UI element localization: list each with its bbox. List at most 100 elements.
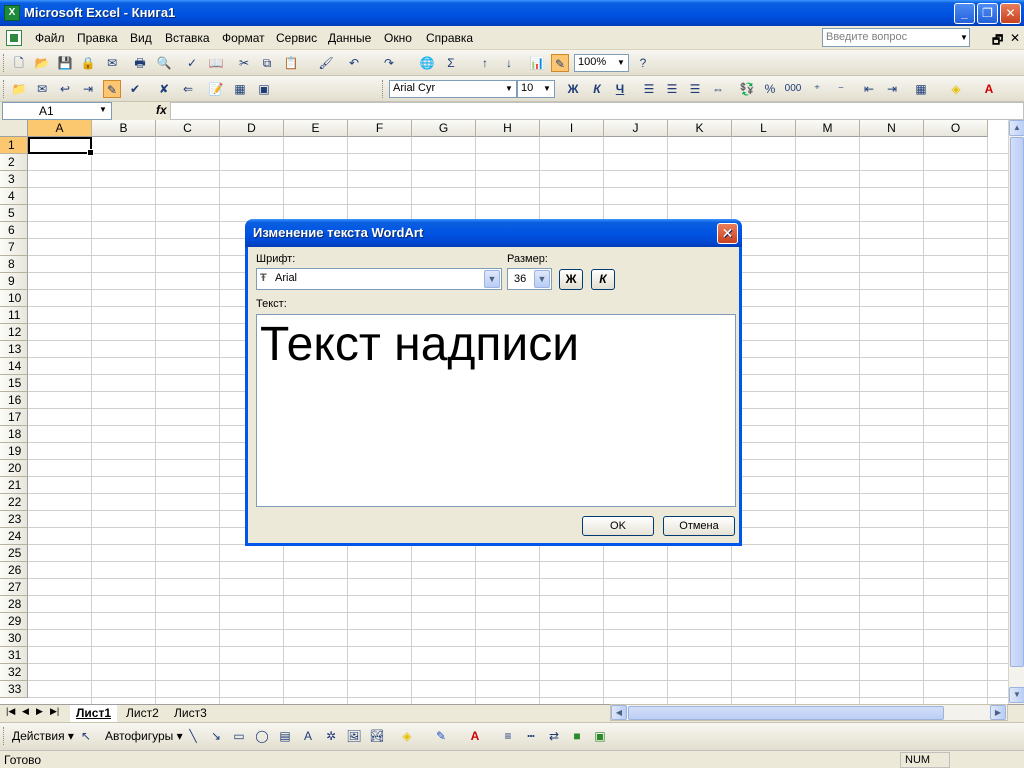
zoom-combo[interactable]: 100% ▼ <box>574 54 629 72</box>
chevron-down-icon[interactable]: ▼ <box>615 56 627 70</box>
column-header-k[interactable]: K <box>668 120 732 137</box>
column-header-m[interactable]: M <box>796 120 860 137</box>
percent-button[interactable]: % <box>761 80 779 98</box>
row-header-23[interactable]: 23 <box>0 511 28 528</box>
menu-window[interactable]: Окно <box>384 31 412 45</box>
font-name-combo[interactable]: Arial Cyr ▼ <box>389 80 517 98</box>
help-icon[interactable]: ? <box>634 54 652 72</box>
align-center-icon[interactable]: ☰ <box>663 80 681 98</box>
actions-menu-button[interactable]: Действия ▾ <box>12 729 74 743</box>
wordart-icon[interactable]: A <box>299 727 317 745</box>
row-header-17[interactable]: 17 <box>0 409 28 426</box>
row-header-27[interactable]: 27 <box>0 579 28 596</box>
menu-data[interactable]: Данные <box>328 31 371 45</box>
column-header-b[interactable]: B <box>92 120 156 137</box>
fill-color-icon[interactable]: ◈ <box>398 727 416 745</box>
print-preview-icon[interactable]: 🔍 <box>155 54 173 72</box>
redo-icon[interactable]: ↷ <box>380 54 398 72</box>
toolbar-grip[interactable] <box>3 54 6 72</box>
track-changes-icon[interactable]: ✎ <box>103 80 121 98</box>
align-right-icon[interactable]: ☰ <box>686 80 704 98</box>
scroll-left-icon[interactable]: ◀ <box>611 705 627 720</box>
sheet-tab-1[interactable]: Лист1 <box>70 705 118 722</box>
row-header-15[interactable]: 15 <box>0 375 28 392</box>
shadow-style-icon[interactable]: ■ <box>568 727 586 745</box>
workbook-restore-button[interactable]: 🗗 <box>992 31 1003 52</box>
wordart-text-input[interactable]: Текст надписи <box>256 314 736 507</box>
column-header-j[interactable]: J <box>604 120 668 137</box>
folder-icon[interactable]: 📁 <box>10 80 28 98</box>
line-style-icon[interactable]: ≡ <box>499 727 517 745</box>
scroll-down-icon[interactable]: ▼ <box>1009 687 1024 703</box>
merge-center-icon[interactable]: ⇔ <box>709 80 727 98</box>
format-painter-icon[interactable]: 🖌 <box>317 54 335 72</box>
font-color-icon[interactable]: A <box>466 727 484 745</box>
column-header-d[interactable]: D <box>220 120 284 137</box>
help-dropdown-icon[interactable]: ▼ <box>958 29 970 46</box>
ok-button[interactable]: OK <box>582 516 654 536</box>
arrow-style-icon[interactable]: ⇄ <box>545 727 563 745</box>
italic-toggle-button[interactable]: К <box>591 269 615 290</box>
cancel-button[interactable]: Отмена <box>663 516 735 536</box>
select-objects-icon[interactable]: ↖ <box>77 727 95 745</box>
chevron-down-icon[interactable]: ▼ <box>503 82 515 96</box>
row-header-13[interactable]: 13 <box>0 341 28 358</box>
line-icon[interactable]: ╲ <box>184 727 202 745</box>
menu-help[interactable]: Справка <box>426 31 473 45</box>
row-header-16[interactable]: 16 <box>0 392 28 409</box>
row-header-3[interactable]: 3 <box>0 171 28 188</box>
row-header-29[interactable]: 29 <box>0 613 28 630</box>
row-header-26[interactable]: 26 <box>0 562 28 579</box>
cut-icon[interactable]: ✂ <box>235 54 253 72</box>
increase-decimal-icon[interactable]: ⁺ <box>808 80 826 98</box>
underline-button[interactable]: Ч <box>611 80 629 98</box>
chevron-down-icon[interactable]: ▼ <box>484 270 500 288</box>
email-icon[interactable]: ✉ <box>103 54 121 72</box>
column-header-c[interactable]: C <box>156 120 220 137</box>
menu-tools[interactable]: Сервис <box>276 31 317 45</box>
column-header-f[interactable]: F <box>348 120 412 137</box>
drawing-toggle-icon[interactable]: ✎ <box>551 54 569 72</box>
row-header-6[interactable]: 6 <box>0 222 28 239</box>
decrease-indent-icon[interactable]: ⇤ <box>860 80 878 98</box>
minimize-button[interactable]: _ <box>954 3 975 24</box>
row-header-8[interactable]: 8 <box>0 256 28 273</box>
research-icon[interactable]: 📖 <box>207 54 225 72</box>
italic-button[interactable]: К <box>588 80 606 98</box>
menu-insert[interactable]: Вставка <box>165 31 210 45</box>
close-button[interactable]: ✕ <box>1000 3 1021 24</box>
column-header-n[interactable]: N <box>860 120 924 137</box>
excel-app-icon[interactable]: X <box>4 5 20 21</box>
scroll-right-icon[interactable]: ▶ <box>990 705 1006 720</box>
row-header-1[interactable]: 1 <box>0 137 28 154</box>
font-color-icon[interactable]: A <box>980 80 998 98</box>
horizontal-scrollbar[interactable]: ◀ ▶ <box>610 704 1008 721</box>
active-cell-a1[interactable] <box>28 137 94 156</box>
previous-change-icon[interactable]: ⇐ <box>179 80 197 98</box>
column-header-e[interactable]: E <box>284 120 348 137</box>
show-comments-icon[interactable]: ▦ <box>231 80 249 98</box>
permission-icon[interactable]: 🔒 <box>79 54 97 72</box>
sheet-tab-2[interactable]: Лист2 <box>120 705 165 722</box>
size-select[interactable]: 36 ▼ <box>507 268 552 290</box>
new-document-icon[interactable]: 🗋 <box>10 54 28 72</box>
arrow-icon[interactable]: ↘ <box>207 727 225 745</box>
textbox-icon[interactable]: ▤ <box>276 727 294 745</box>
bold-button[interactable]: Ж <box>564 80 582 98</box>
reject-icon[interactable]: ✘ <box>155 80 173 98</box>
sort-descending-icon[interactable]: ↓ <box>500 54 518 72</box>
first-sheet-icon[interactable]: |◀ <box>6 706 15 717</box>
row-header-28[interactable]: 28 <box>0 596 28 613</box>
review-icon[interactable]: ✉ <box>33 80 51 98</box>
row-header-22[interactable]: 22 <box>0 494 28 511</box>
column-header-o[interactable]: O <box>924 120 988 137</box>
row-header-21[interactable]: 21 <box>0 477 28 494</box>
toolbar-grip[interactable] <box>3 727 6 745</box>
thousands-button[interactable]: 000 <box>784 80 802 98</box>
picture-icon[interactable]: 🏞 <box>368 727 386 745</box>
row-header-9[interactable]: 9 <box>0 273 28 290</box>
chevron-down-icon[interactable]: ▼ <box>541 82 553 96</box>
spelling-icon[interactable]: ✓ <box>183 54 201 72</box>
bold-toggle-button[interactable]: Ж <box>559 269 583 290</box>
send-icon[interactable]: ⇥ <box>79 80 97 98</box>
